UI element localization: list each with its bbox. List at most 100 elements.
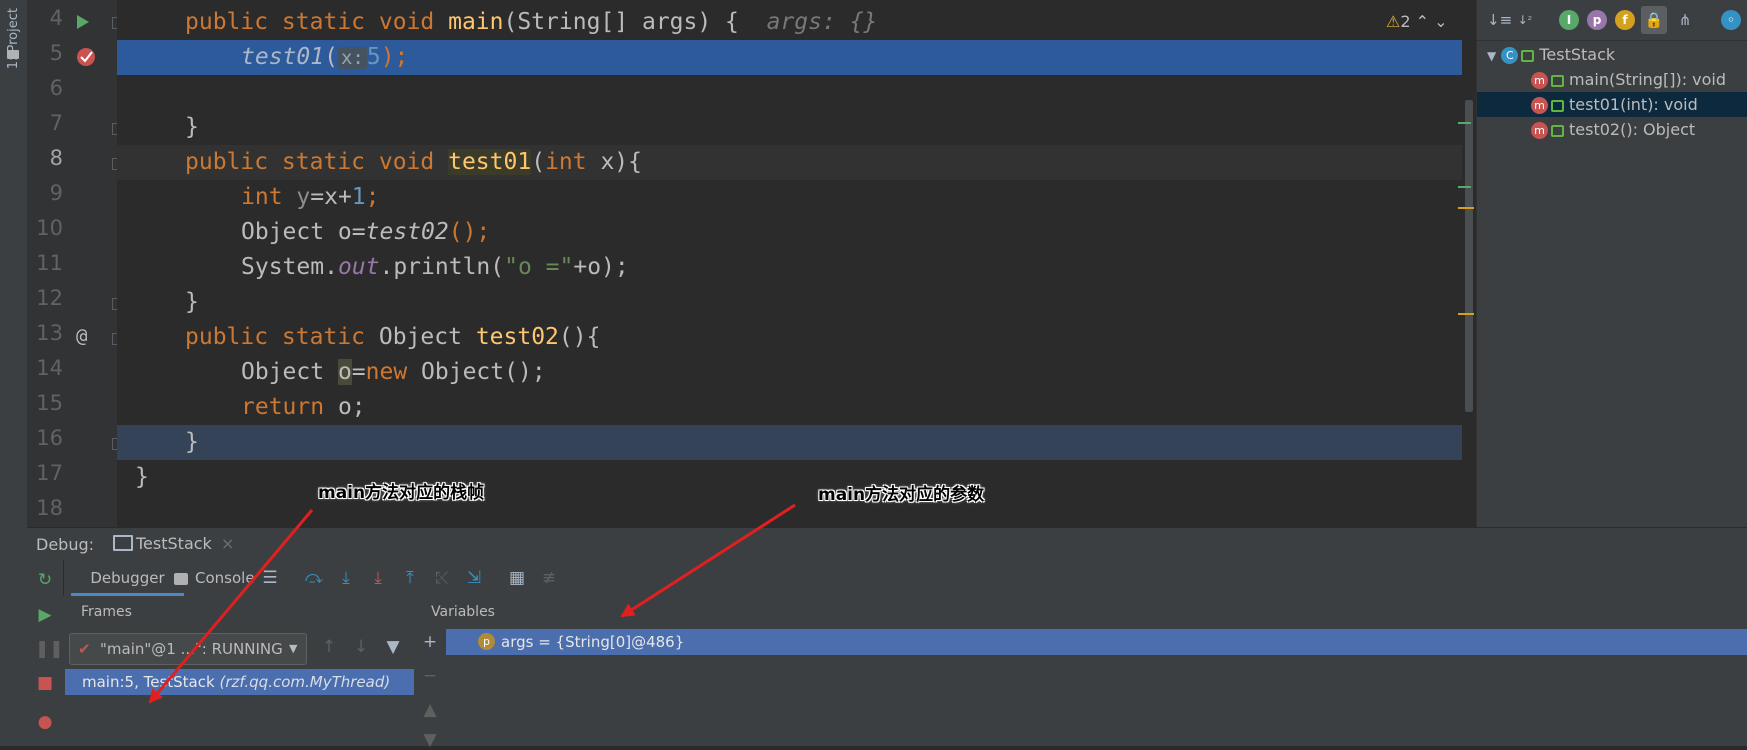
line-number: 8 [49,146,63,170]
variable-row-selected[interactable]: p args = {String[0]@486} [446,629,1747,655]
code-token: 1 [351,184,366,210]
filter-icon[interactable]: ▼ [383,637,403,657]
frames-panel: Frames ✔ "main"@1 ...": RUNNING ▼ ↑ ↓ ▼ … [63,596,415,746]
autoscroll-icon[interactable]: ◦ [1721,10,1741,30]
run-to-cursor-icon[interactable]: ⇲ [464,568,484,588]
chevron-down-icon[interactable]: ⌄ [1434,12,1447,31]
debug-session-tab[interactable]: TestStack × [113,532,234,563]
code-token: Object o= [241,219,366,245]
step-out-icon[interactable]: ⤒ [400,568,420,588]
code-token: public static [185,324,379,350]
chevron-down-icon[interactable]: ▼ [1487,49,1496,63]
code-token: y [296,184,311,210]
code-line-16: } [117,425,1475,460]
add-watch-icon[interactable]: + [420,632,440,652]
code-token: } [185,429,199,455]
project-tab[interactable]: 1: Project [6,8,21,69]
structure-class-node[interactable]: ▼ C TestStack [1477,42,1747,67]
tab-debugger[interactable]: Debugger [71,560,184,596]
code-token: int [241,184,297,210]
tab-console-label: Console [195,569,255,587]
class-name: TestStack [1539,45,1616,64]
code-token: test01 [448,149,532,175]
code-token: System. [241,254,338,280]
evaluate-expression-icon[interactable]: ▦ [507,568,527,588]
session-icon [113,535,133,551]
show-non-public-icon[interactable]: 🔒 [1641,6,1667,34]
method-label: main(String[]): void [1569,70,1727,89]
method-label: test02(): Object [1569,120,1696,139]
tab-console[interactable]: Console [174,560,274,596]
force-step-into-icon[interactable]: ⤓ [368,568,388,588]
step-over-icon[interactable]: ⤼ [304,568,324,588]
line-number: 10 [36,216,63,240]
code-editor[interactable]: public static void main(String[] args) {… [117,0,1475,527]
code-line-7: } [117,110,1475,145]
code-token: o [337,359,352,385]
code-token: "o =" [504,254,574,280]
code-line-14: Object o=new Object(); [117,355,1475,390]
frame-row-selected[interactable]: main:5, TestStack (rzf.qq.com.MyThread) [65,669,414,695]
move-up-icon[interactable]: ▲ [420,700,440,720]
layout-icon[interactable]: ☰ [260,568,280,588]
class-icon: C [1501,47,1519,64]
trace-stream-icon[interactable]: ≢ [539,568,559,588]
code-line-12: } [117,285,1475,320]
debug-window-header: Debug: TestStack × [27,527,1747,563]
warning-count: 2 [1400,12,1411,31]
structure-method-node[interactable]: m main(String[]): void [1477,67,1747,92]
pause-icon[interactable]: ❚❚ [35,639,64,659]
line-number: 9 [49,181,63,205]
show-fields-icon[interactable]: f [1615,10,1635,30]
code-token: } [185,114,199,140]
show-inherited-icon[interactable]: I [1559,10,1579,30]
code-token: public static void [185,9,449,35]
move-down-icon[interactable]: ▼ [420,730,440,750]
code-token: Object(); [421,359,546,385]
show-properties-icon[interactable]: p [1587,10,1607,30]
line-number: 11 [36,251,63,275]
remove-watch-icon[interactable]: − [420,666,440,686]
debug-actions: ↻ ▶ ❚❚ ■ ● [27,560,64,746]
run-icon[interactable] [76,14,90,30]
warning-icon: ⚠ [1386,12,1401,31]
code-line-4: public static void main(String[] args) {… [117,5,1475,40]
method-icon: m [1531,97,1548,114]
line-number: 5 [49,41,63,65]
code-line-13: public static Object test02(){ [117,320,1475,355]
line-number: 7 [49,111,63,135]
code-token: +o); [573,254,629,280]
rerun-icon[interactable]: ↻ [35,570,55,590]
code-token: main [448,9,504,35]
structure-method-node[interactable]: m test02(): Object [1477,117,1747,142]
frame-up-icon[interactable]: ↑ [319,637,339,657]
line-number: 18 [36,496,63,520]
code-line-9: int y=x+1; [117,180,1475,215]
code-token: test01 [241,44,325,70]
close-icon[interactable]: × [221,534,234,553]
resume-icon[interactable]: ▶ [35,605,55,625]
frames-title: Frames [81,604,132,620]
folder-icon[interactable] [7,50,19,59]
inspection-widget[interactable]: ⚠2 ⌃ ⌄ [1386,12,1448,31]
frame-down-icon[interactable]: ↓ [351,637,371,657]
sort-alphabetically-icon[interactable]: ↓ᶻ [1515,10,1535,30]
code-line-10: Object o=test02(); [117,215,1475,250]
frame-location: main:5, TestStack [82,673,215,691]
drop-frame-icon[interactable]: ⤪ [432,568,452,588]
code-token: o; [337,394,366,420]
thread-selector[interactable]: ✔ "main"@1 ...": RUNNING ▼ [69,633,307,665]
step-into-icon[interactable]: ⤓ [336,568,356,588]
frame-thread: (rzf.qq.com.MyThread) [219,673,391,691]
stop-icon[interactable]: ■ [35,673,55,693]
line-number: 14 [36,356,63,380]
view-breakpoints-icon[interactable]: ● [35,712,55,732]
chevron-up-icon[interactable]: ⌃ [1416,12,1429,31]
breakpoint-icon[interactable] [75,46,97,68]
show-lambdas-icon[interactable]: ⋔ [1675,10,1695,30]
structure-method-node-selected[interactable]: m test01(int): void [1477,92,1747,117]
variable-value: args = {String[0]@486} [501,633,685,651]
implementing-method-icon[interactable]: @ [76,325,87,347]
editor-scrollbar-thumb[interactable] [1465,100,1473,412]
sort-by-visibility-icon[interactable]: ↓≡ [1487,10,1512,30]
